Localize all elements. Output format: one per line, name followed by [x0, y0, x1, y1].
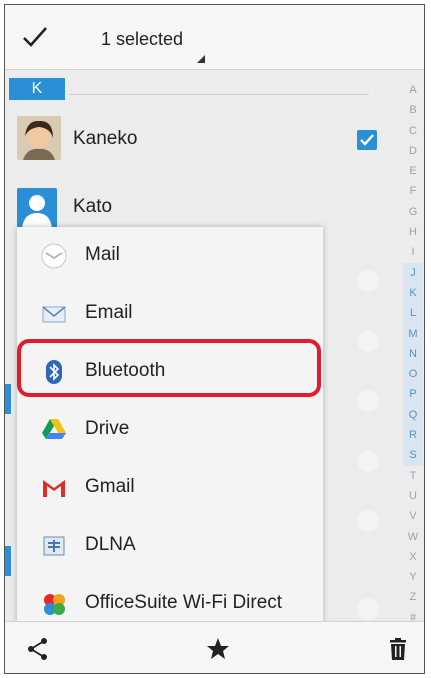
section-marker [5, 384, 11, 414]
action-bar: 1 selected [5, 5, 424, 70]
star-icon[interactable] [205, 636, 231, 662]
selection-count-dropdown[interactable]: 1 selected [101, 29, 183, 50]
index-letter[interactable]: S [403, 445, 423, 466]
drive-icon [42, 419, 66, 439]
done-check-icon[interactable] [21, 23, 49, 51]
menu-label: DLNA [85, 534, 136, 555]
mail-icon [41, 243, 67, 269]
bottom-toolbar [5, 621, 424, 673]
contact-checkbox[interactable] [357, 130, 377, 150]
email-icon [42, 306, 66, 323]
share-menu: Mail Email Bluetooth Drive Gmail DLNA Of… [17, 227, 323, 623]
index-letter[interactable]: L [403, 303, 423, 324]
index-letter[interactable]: P [403, 384, 423, 405]
index-letter[interactable]: I [403, 242, 423, 262]
bluetooth-highlight-frame [17, 339, 321, 397]
index-letter[interactable]: V [403, 506, 423, 526]
share-option-email[interactable]: Email [17, 285, 323, 343]
row-checkbox[interactable] [357, 330, 379, 352]
section-header: K [9, 78, 65, 100]
index-letter[interactable]: D [403, 141, 423, 161]
index-letter[interactable]: R [403, 425, 423, 446]
index-letter[interactable]: U [403, 486, 423, 506]
avatar [17, 116, 61, 160]
menu-label: Drive [85, 418, 130, 439]
share-icon[interactable] [25, 636, 51, 662]
index-letter[interactable]: B [403, 100, 423, 120]
index-letter[interactable]: Z [403, 587, 423, 607]
dlna-icon [43, 536, 65, 556]
index-letter[interactable]: E [403, 161, 423, 181]
index-letter[interactable]: F [403, 181, 423, 201]
row-checkbox[interactable] [357, 598, 379, 620]
alphabet-index[interactable]: A B C D E F G H I J K L M N O P Q R S T … [403, 80, 423, 624]
dropdown-caret-icon [197, 55, 205, 63]
contact-name: Kaneko [73, 128, 138, 149]
gmail-icon [43, 480, 65, 497]
index-letter[interactable]: X [403, 547, 423, 567]
menu-label: OfficeSuite Wi-Fi Direct [85, 592, 283, 613]
menu-label: Mail [85, 244, 120, 265]
row-checkbox[interactable] [357, 450, 379, 472]
index-letter[interactable]: H [403, 222, 423, 242]
share-option-mail[interactable]: Mail [17, 227, 323, 285]
contact-name: Kato [73, 196, 113, 217]
index-letter[interactable]: G [403, 202, 423, 222]
index-letter[interactable]: W [403, 527, 423, 547]
menu-label: Gmail [85, 476, 135, 497]
index-letter[interactable]: C [403, 121, 423, 141]
index-letter[interactable]: M [403, 323, 423, 344]
index-letter[interactable]: N [403, 343, 423, 365]
section-divider [69, 94, 369, 95]
officesuite-icon [44, 594, 65, 615]
index-letter[interactable]: A [403, 80, 423, 100]
share-option-dlna[interactable]: DLNA [17, 517, 323, 575]
index-letter[interactable]: T [403, 466, 423, 486]
index-letter[interactable]: Y [403, 567, 423, 587]
index-letter[interactable]: J [403, 262, 423, 283]
row-checkbox[interactable] [357, 270, 379, 292]
menu-label: Email [85, 302, 133, 323]
screen: 1 selected K Kaneko Kato A B C D E F G H… [4, 4, 425, 674]
share-option-drive[interactable]: Drive [17, 401, 323, 459]
contact-row-kaneko[interactable]: Kaneko [5, 108, 385, 170]
index-letter[interactable]: O [403, 364, 423, 385]
index-letter[interactable]: Q [403, 404, 423, 426]
avatar [17, 188, 57, 228]
trash-icon[interactable] [385, 636, 411, 662]
row-checkbox[interactable] [357, 510, 379, 532]
share-option-gmail[interactable]: Gmail [17, 459, 323, 517]
section-marker [5, 546, 11, 576]
row-checkbox[interactable] [357, 390, 379, 412]
index-letter[interactable]: K [403, 282, 423, 304]
